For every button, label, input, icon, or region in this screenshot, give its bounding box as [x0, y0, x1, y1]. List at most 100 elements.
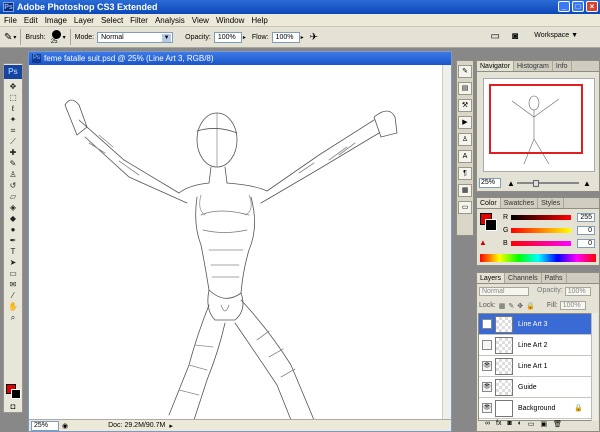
marquee-tool-icon[interactable]: ⬚ — [4, 92, 22, 103]
zoom-level-field[interactable]: 25% — [31, 420, 59, 431]
mode-select[interactable]: Normal ▼ — [97, 31, 174, 43]
tab-layers[interactable]: Layers — [477, 273, 506, 283]
menu-select[interactable]: Select — [101, 16, 123, 25]
layer-row[interactable]: 👁 Background 🔒 — [479, 398, 591, 419]
eyedropper-tool-icon[interactable]: ⁄ — [4, 290, 22, 301]
lock-all-icon[interactable]: 🔒 — [526, 302, 535, 310]
menu-edit[interactable]: Edit — [24, 16, 38, 25]
blend-mode-select[interactable]: Normal — [479, 287, 529, 296]
menu-help[interactable]: Help — [251, 16, 267, 25]
menu-image[interactable]: Image — [45, 16, 67, 25]
lock-image-icon[interactable]: ✎ — [508, 302, 514, 310]
workspace-menu[interactable]: Workspace ▼ — [534, 32, 578, 39]
eraser-tool-icon[interactable]: ▱ — [4, 191, 22, 202]
vertical-scrollbar[interactable] — [442, 65, 451, 420]
tab-histogram[interactable]: Histogram — [514, 61, 553, 71]
channel-r-value[interactable]: 255 — [577, 212, 595, 222]
eye-icon[interactable]: 👁 — [482, 361, 492, 371]
delete-layer-icon[interactable]: 🗑 — [553, 420, 562, 430]
path-selection-tool-icon[interactable]: ➤ — [4, 257, 22, 268]
character-icon[interactable]: A — [458, 150, 472, 163]
layer-row[interactable]: 👁 Guide — [479, 377, 591, 398]
tab-paths[interactable]: Paths — [542, 273, 567, 283]
opacity-field[interactable]: 100% — [213, 31, 242, 43]
layer-style-icon[interactable]: fx — [496, 420, 501, 430]
minimize-button[interactable]: _ — [558, 1, 570, 12]
pen-tool-icon[interactable]: ✒ — [4, 235, 22, 246]
clone-source-icon[interactable]: ♙ — [458, 133, 472, 146]
menu-analysis[interactable]: Analysis — [155, 16, 185, 25]
zoom-in-icon[interactable]: ▲ — [583, 179, 591, 188]
eye-icon[interactable]: 👁 — [482, 403, 492, 413]
channel-g-slider[interactable] — [511, 227, 571, 233]
visibility-toggle[interactable] — [482, 319, 492, 329]
status-arrow-icon[interactable]: ▸ — [169, 422, 173, 430]
type-tool-icon[interactable]: T — [4, 246, 22, 257]
magic-wand-tool-icon[interactable]: ✦ — [4, 114, 22, 125]
tab-navigator[interactable]: Navigator — [477, 61, 514, 71]
canvas[interactable] — [29, 65, 443, 420]
layer-comps-icon[interactable]: ▦ — [458, 184, 472, 197]
tab-color[interactable]: Color — [477, 198, 501, 208]
brush-preset-picker[interactable]: 25 — [48, 29, 61, 45]
history-icon[interactable]: ⚒ — [458, 99, 472, 112]
status-menu-icon[interactable]: ◉ — [62, 422, 68, 430]
color-spectrum-bar[interactable] — [480, 254, 596, 262]
channel-r-slider[interactable] — [511, 214, 571, 220]
new-layer-icon[interactable]: ▣ — [541, 420, 548, 430]
move-tool-icon[interactable]: ✥ — [4, 81, 22, 92]
notes-tool-icon[interactable]: ✉ — [4, 279, 22, 290]
quick-mask-icon[interactable]: ◘ — [4, 401, 22, 412]
brushes-panel-icon[interactable]: ✎ — [458, 65, 472, 78]
paragraph-icon[interactable]: ¶ — [458, 167, 472, 180]
healing-brush-tool-icon[interactable]: ✚ — [4, 147, 22, 158]
link-layers-icon[interactable]: ∞ — [485, 420, 490, 430]
out-of-gamut-icon[interactable]: ▲ — [479, 238, 487, 247]
history-brush-tool-icon[interactable]: ↺ — [4, 180, 22, 191]
tab-swatches[interactable]: Swatches — [501, 198, 539, 208]
navigator-thumbnail[interactable] — [483, 78, 595, 172]
paint-bucket-tool-icon[interactable]: ◈ — [4, 202, 22, 213]
visibility-toggle[interactable] — [482, 340, 492, 350]
layer-row[interactable]: Line Art 3 — [479, 314, 591, 335]
layer-row[interactable]: Line Art 2 — [479, 335, 591, 356]
layer-opacity-field[interactable]: 100% — [564, 287, 591, 296]
maximize-button[interactable]: □ — [572, 1, 584, 12]
menu-filter[interactable]: Filter — [130, 16, 148, 25]
zoom-out-icon[interactable]: ▲ — [507, 179, 515, 188]
menu-window[interactable]: Window — [216, 16, 244, 25]
tool-presets-icon[interactable]: ▤ — [458, 82, 472, 95]
crop-tool-icon[interactable]: ⌗ — [4, 125, 22, 136]
new-group-icon[interactable]: ▭ — [528, 420, 535, 430]
dodge-tool-icon[interactable]: ● — [4, 224, 22, 235]
layer-mask-icon[interactable]: ◙ — [507, 420, 511, 430]
tab-styles[interactable]: Styles — [538, 198, 565, 208]
channel-g-value[interactable]: 0 — [577, 225, 595, 235]
menu-file[interactable]: File — [4, 16, 17, 25]
shape-tool-icon[interactable]: ▭ — [4, 268, 22, 279]
airbrush-icon[interactable]: ✈ — [310, 32, 318, 43]
menu-layer[interactable]: Layer — [74, 16, 94, 25]
brush-tool-icon-toolbox[interactable]: ✎ — [4, 158, 22, 169]
brush-tool-icon[interactable]: ✎ — [4, 32, 12, 43]
lock-transparency-icon[interactable]: ▦ — [499, 302, 506, 310]
close-button[interactable]: × — [586, 1, 598, 12]
color-background-swatch[interactable] — [485, 219, 497, 231]
actions-icon[interactable]: ▶ — [458, 116, 472, 129]
adjustment-layer-icon[interactable]: ◐ — [518, 420, 522, 430]
flow-field[interactable]: 100% — [271, 31, 300, 43]
navigator-zoom-field[interactable]: 25% — [479, 178, 501, 188]
channel-b-value[interactable]: 0 — [577, 238, 595, 248]
lasso-tool-icon[interactable]: ℓ — [4, 103, 22, 114]
navigator-zoom-knob[interactable] — [533, 180, 539, 187]
background-color-swatch[interactable] — [11, 389, 21, 399]
navigator-zoom-slider[interactable] — [517, 182, 579, 184]
tab-channels[interactable]: Channels — [505, 273, 542, 283]
slice-tool-icon[interactable]: ⟋ — [4, 136, 22, 147]
camera-icon[interactable]: ◙ — [512, 31, 518, 42]
blur-tool-icon[interactable]: ◆ — [4, 213, 22, 224]
file-browser-icon[interactable]: ▭ — [491, 31, 500, 42]
measurement-icon[interactable]: ▭ — [458, 201, 472, 214]
tab-info[interactable]: Info — [553, 61, 572, 71]
navigator-view-box[interactable] — [489, 84, 583, 154]
